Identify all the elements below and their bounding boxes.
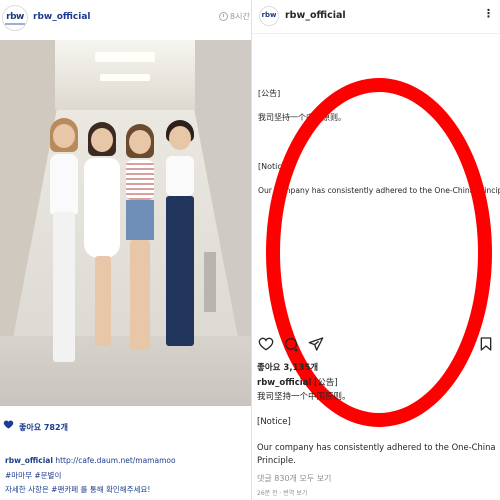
notice-cn-text: 我司坚持一个中国原则。 xyxy=(258,113,346,122)
hallway-floor xyxy=(0,336,251,406)
heart-icon[interactable] xyxy=(3,419,14,430)
logo-underline xyxy=(5,23,25,25)
notice-en-text: Our company has consistently adhered to … xyxy=(258,186,500,195)
right-post-panel: rbw rbw_official ⋮ [公告] 我司坚持一个中国原则。 [Not… xyxy=(251,0,500,500)
post-meta[interactable]: 26분 전 · 번역 보기 xyxy=(257,488,307,497)
header-divider xyxy=(252,33,500,34)
caption-en-line-1: Our company has consistently adhered to … xyxy=(257,442,496,452)
share-icon[interactable] xyxy=(308,336,324,352)
caption-cn-text: 我司坚持一个中国原则。 xyxy=(257,392,351,402)
post-time: 8시간 xyxy=(219,11,250,22)
action-bar xyxy=(252,336,500,354)
caption-en-line-2: Principle. xyxy=(257,456,296,466)
caption-username[interactable]: rbw_official xyxy=(257,378,311,388)
caption-username[interactable]: rbw_official xyxy=(5,456,53,465)
like-count[interactable]: 좋아요 3,135개 xyxy=(257,361,318,373)
caption-hashtags[interactable]: #마마무 #문별이 xyxy=(5,470,61,481)
caption-line: rbw_official [公告] xyxy=(257,376,338,388)
left-post-panel: rbw rbw_official 8시간 좋아요 782개 rbw_offici… xyxy=(0,0,251,500)
caption-text: 자세한 사항은 #팬카페 를 통해 확인해주세요! xyxy=(5,485,151,494)
ellipsis-icon[interactable]: ⋮ xyxy=(483,7,494,20)
post-photo[interactable] xyxy=(0,40,251,406)
notice-cn-tag: [公告] xyxy=(258,89,281,98)
notice-en-tag: [Notice] xyxy=(258,162,290,171)
clock-icon xyxy=(219,12,228,21)
bookmark-icon[interactable] xyxy=(478,336,494,352)
avatar[interactable]: rbw xyxy=(2,5,28,31)
view-all-comments-link[interactable]: 댓글 830개 모두 보기 xyxy=(257,473,331,484)
caption-line: rbw_official http://cafe.daum.net/mamamo… xyxy=(5,456,176,465)
rbw-logo: rbw xyxy=(6,12,24,22)
comment-icon[interactable] xyxy=(283,336,299,352)
ceiling-lamp xyxy=(95,52,155,62)
left-post-header: rbw rbw_official 8시간 xyxy=(0,0,251,38)
heart-icon[interactable] xyxy=(258,336,274,352)
post-time-label: 8시간 xyxy=(230,12,250,21)
wall-panel xyxy=(204,252,216,312)
rbw-logo: rbw xyxy=(261,11,277,19)
like-count[interactable]: 좋아요 782개 xyxy=(19,422,68,433)
left-post-footer: 좋아요 782개 rbw_official http://cafe.daum.n… xyxy=(0,406,251,500)
caption-tag: [公告] xyxy=(314,378,338,388)
account-name[interactable]: rbw_official xyxy=(33,12,91,22)
red-highlight-ring xyxy=(266,78,492,427)
caption-link[interactable]: http://cafe.daum.net/mamamoo xyxy=(55,456,175,465)
avatar[interactable]: rbw xyxy=(259,6,279,26)
ceiling-lamp xyxy=(100,74,150,81)
account-name[interactable]: rbw_official xyxy=(285,10,346,21)
caption-notice-tag: [Notice] xyxy=(257,417,291,427)
